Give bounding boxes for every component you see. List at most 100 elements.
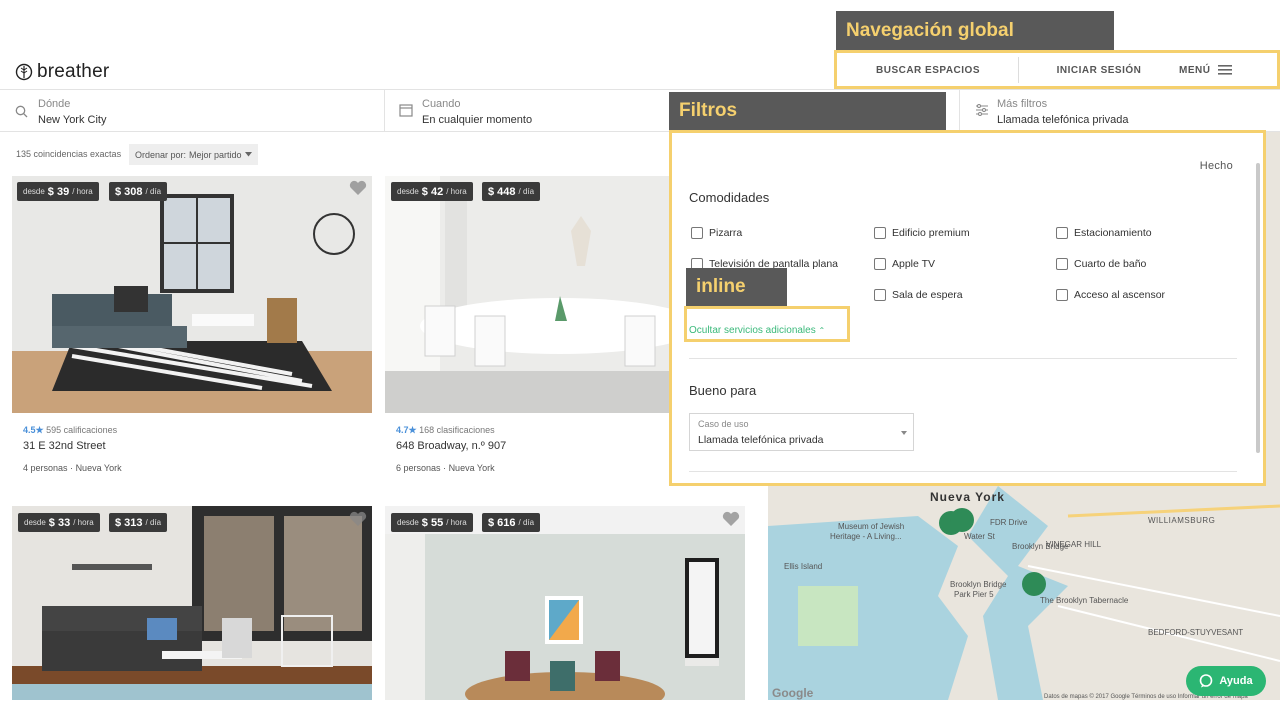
price-hourly: $ 39 xyxy=(47,185,70,198)
price-unit: / hora xyxy=(446,518,467,527)
help-button[interactable]: Ayuda xyxy=(1186,666,1266,696)
amenity-label: Apple TV xyxy=(892,258,935,270)
amenity-label: Pizarra xyxy=(709,227,743,239)
sort-value: Mejor partido xyxy=(189,149,242,160)
price-from: desde xyxy=(23,187,45,196)
hourly-price-badge: desde $ 33 / hora xyxy=(18,513,100,532)
map-label: Ellis Island xyxy=(784,562,823,571)
price-unit: / hora xyxy=(73,518,94,527)
where-label: Dónde xyxy=(38,98,71,110)
good-for-title: Bueno para xyxy=(689,383,757,398)
listing-info[interactable]: 4.7★ 168 clasificaciones 648 Broadway, n… xyxy=(396,425,506,473)
checkbox[interactable] xyxy=(874,227,886,239)
annotation-filters: Filtros xyxy=(669,92,946,130)
amenity-label: Edificio premium xyxy=(892,227,970,239)
annotation-inline: inline xyxy=(686,268,787,306)
listing-address: 648 Broadway, n.º 907 xyxy=(396,440,507,452)
daily-price-badge: $ 313 / día xyxy=(109,513,168,532)
map-edge xyxy=(1266,132,1280,486)
map-label: Museum of Jewish xyxy=(838,522,905,531)
checkbox[interactable] xyxy=(1056,289,1068,301)
listing-photo[interactable] xyxy=(385,506,745,700)
checkbox[interactable] xyxy=(874,258,886,270)
price-unit: / hora xyxy=(72,187,93,196)
price-hourly: $ 42 xyxy=(421,185,444,198)
amenity-label: Sala de espera xyxy=(892,289,963,301)
room-photo-lounge xyxy=(12,506,372,700)
annotation-frame-inline xyxy=(684,306,850,342)
room-photo-conference xyxy=(385,506,745,700)
hourly-price-badge: desde $ 39 / hora xyxy=(17,182,99,201)
city: Nueva York xyxy=(448,463,495,473)
caret-down-icon xyxy=(901,431,907,435)
sliders-icon xyxy=(976,104,988,116)
price-from: desde xyxy=(397,187,419,196)
heart-icon[interactable] xyxy=(722,511,740,527)
hourly-price-badge: desde $ 42 / hora xyxy=(391,182,473,201)
listing-info[interactable]: 4.5★ 595 calificaciones 31 E 32nd Street… xyxy=(23,425,122,473)
map-label: The Brooklyn Tabernacle xyxy=(1040,596,1129,605)
price-from: desde xyxy=(397,518,419,527)
daily-price-badge: $ 616 / día xyxy=(482,513,541,532)
amenity-checkbox[interactable]: Cuarto de baño xyxy=(1056,258,1146,270)
where-field[interactable]: Dónde New York City xyxy=(0,90,385,132)
checkbox[interactable] xyxy=(874,289,886,301)
checkbox[interactable] xyxy=(1056,227,1068,239)
caret-down-icon xyxy=(244,152,252,157)
map-label: Brooklyn Bridge xyxy=(1012,542,1069,551)
separator: · xyxy=(70,463,74,473)
price-unit: / día xyxy=(518,518,535,527)
panel-scrollbar[interactable] xyxy=(1256,163,1260,453)
map-label: Brooklyn Bridge xyxy=(950,580,1007,589)
map-label-city: Nueva York xyxy=(930,490,1005,504)
sort-label: Ordenar por: xyxy=(135,149,187,160)
daily-price-badge: $ 448 / día xyxy=(482,182,541,201)
amenity-label: Estacionamiento xyxy=(1074,227,1152,239)
amenity-checkbox[interactable]: Edificio premium xyxy=(874,227,970,239)
capacity: 6 personas xyxy=(396,463,441,473)
sort-dropdown[interactable]: Ordenar por: Mejor partido xyxy=(129,144,258,165)
amenity-checkbox[interactable]: Pizarra xyxy=(691,227,742,239)
listing-photo[interactable] xyxy=(385,176,669,413)
done-button[interactable]: Hecho xyxy=(1200,160,1233,172)
amenity-checkbox[interactable]: Sala de espera xyxy=(874,289,963,301)
amenity-checkbox[interactable]: Acceso al ascensor xyxy=(1056,289,1165,301)
room-photo-living xyxy=(12,176,372,413)
heart-icon[interactable] xyxy=(349,511,367,527)
price-unit: / día xyxy=(145,518,162,527)
price-daily: $ 308 xyxy=(115,185,143,198)
map-label: WILLIAMSBURG xyxy=(1148,516,1216,525)
capacity: 4 personas xyxy=(23,463,68,473)
results-count: 135 coincidencias exactas xyxy=(16,149,122,159)
breather-leaf-icon xyxy=(15,63,33,81)
more-filters-field[interactable]: Más filtros Llamada telefónica privada xyxy=(960,90,1280,132)
heart-icon[interactable] xyxy=(349,180,367,196)
checkbox[interactable] xyxy=(691,227,703,239)
price-unit: / hora xyxy=(446,187,467,196)
price-unit: / día xyxy=(518,187,535,196)
rating-score: 4.7 xyxy=(396,425,409,435)
calendar-icon xyxy=(399,104,413,117)
hourly-price-badge: desde $ 55 / hora xyxy=(391,513,473,532)
amenity-label: Acceso al ascensor xyxy=(1074,289,1166,301)
room-photo-meeting xyxy=(385,176,669,413)
use-case-value: Llamada telefónica privada xyxy=(698,434,824,446)
amenity-checkbox[interactable]: Apple TV xyxy=(874,258,935,270)
amenity-checkbox[interactable]: Estacionamiento xyxy=(1056,227,1152,239)
star-icon: ★ xyxy=(408,425,417,435)
price-hourly: $ 33 xyxy=(48,516,71,529)
checkbox[interactable] xyxy=(1056,258,1068,270)
rating-score: 4.5 xyxy=(23,425,36,435)
map-label: Water St xyxy=(964,532,995,541)
listing-photo[interactable] xyxy=(12,176,372,413)
brand-logo[interactable]: breather xyxy=(15,60,109,84)
map-label: BEDFORD-STUYVESANT xyxy=(1148,628,1244,637)
amenities-title: Comodidades xyxy=(689,190,770,205)
when-label: Cuando xyxy=(422,98,461,110)
price-hourly: $ 55 xyxy=(421,516,444,529)
listing-photo[interactable] xyxy=(12,506,372,700)
help-label: Ayuda xyxy=(1219,675,1253,687)
use-case-select[interactable]: Caso de uso Llamada telefónica privada xyxy=(689,413,914,451)
listing-address: 31 E 32nd Street xyxy=(23,440,106,452)
more-filters-value: Llamada telefónica privada xyxy=(997,114,1129,126)
